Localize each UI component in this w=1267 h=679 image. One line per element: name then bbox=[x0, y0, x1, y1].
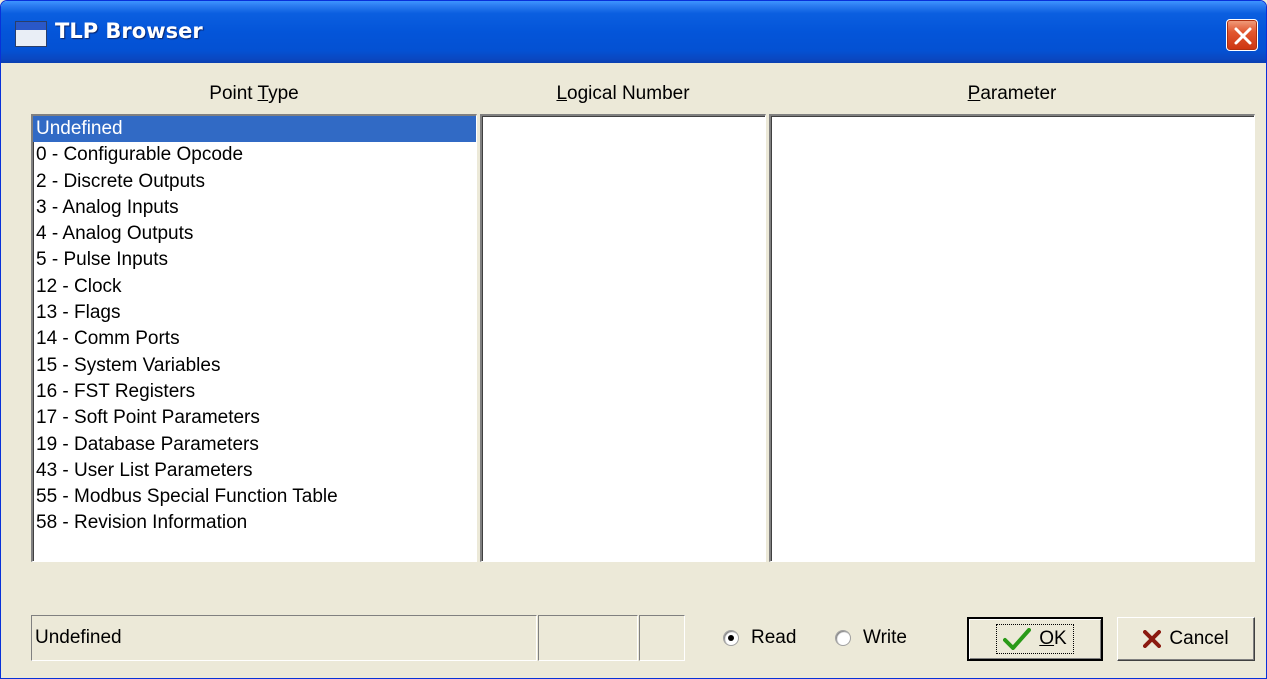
point-type-item[interactable]: 12 - Clock bbox=[33, 274, 476, 300]
title-bar[interactable]: TLP Browser bbox=[1, 1, 1266, 63]
point-type-item[interactable]: 4 - Analog Outputs bbox=[33, 221, 476, 247]
close-icon bbox=[1234, 27, 1252, 45]
tlp-browser-window: TLP Browser Point Type Logical Number Pa… bbox=[0, 0, 1267, 679]
point-type-item[interactable]: 5 - Pulse Inputs bbox=[33, 247, 476, 273]
write-radio-dot[interactable] bbox=[835, 630, 851, 646]
parameter-list[interactable] bbox=[769, 114, 1255, 562]
status-field-2 bbox=[538, 615, 638, 661]
window-app-icon bbox=[15, 21, 47, 47]
point-type-item[interactable]: 2 - Discrete Outputs bbox=[33, 169, 476, 195]
point-type-header: Point Type bbox=[209, 83, 299, 104]
checkmark-icon bbox=[1003, 628, 1032, 650]
logical-number-list[interactable] bbox=[480, 114, 766, 562]
point-type-item[interactable]: 3 - Analog Inputs bbox=[33, 195, 476, 221]
status-field-main: Undefined bbox=[31, 615, 537, 661]
write-radio[interactable]: Write bbox=[835, 627, 907, 649]
window-title: TLP Browser bbox=[55, 19, 203, 43]
point-type-item[interactable]: Undefined bbox=[33, 116, 476, 143]
cancel-label: Cancel bbox=[1169, 628, 1229, 649]
cancel-button[interactable]: Cancel bbox=[1117, 617, 1255, 661]
status-field-3 bbox=[639, 615, 685, 661]
point-type-item[interactable]: 55 - Modbus Special Function Table bbox=[33, 484, 476, 510]
point-type-item[interactable]: 13 - Flags bbox=[33, 300, 476, 326]
ok-focus-rect: OK bbox=[996, 624, 1074, 654]
ok-button[interactable]: OK bbox=[967, 617, 1103, 661]
point-type-item[interactable]: 14 - Comm Ports bbox=[33, 326, 476, 352]
read-radio[interactable]: Read bbox=[723, 627, 796, 649]
point-type-item[interactable]: 19 - Database Parameters bbox=[33, 432, 476, 458]
logical-number-header: Logical Number bbox=[556, 83, 690, 104]
point-type-item[interactable]: 58 - Revision Information bbox=[33, 510, 476, 536]
parameter-header: Parameter bbox=[967, 83, 1057, 104]
close-button[interactable] bbox=[1226, 19, 1258, 51]
point-type-item[interactable]: 16 - FST Registers bbox=[33, 379, 476, 405]
point-type-list[interactable]: Undefined 0 - Configurable Opcode 2 - Disc… bbox=[31, 114, 477, 562]
point-type-item[interactable]: 43 - User List Parameters bbox=[33, 458, 476, 484]
x-icon bbox=[1143, 630, 1162, 648]
write-radio-label: Write bbox=[863, 627, 907, 648]
read-radio-dot[interactable] bbox=[723, 630, 739, 646]
point-type-item[interactable]: 0 - Configurable Opcode bbox=[33, 142, 476, 168]
point-type-item[interactable]: 17 - Soft Point Parameters bbox=[33, 405, 476, 431]
point-type-item[interactable]: 15 - System Variables bbox=[33, 353, 476, 379]
read-radio-label: Read bbox=[751, 627, 797, 648]
